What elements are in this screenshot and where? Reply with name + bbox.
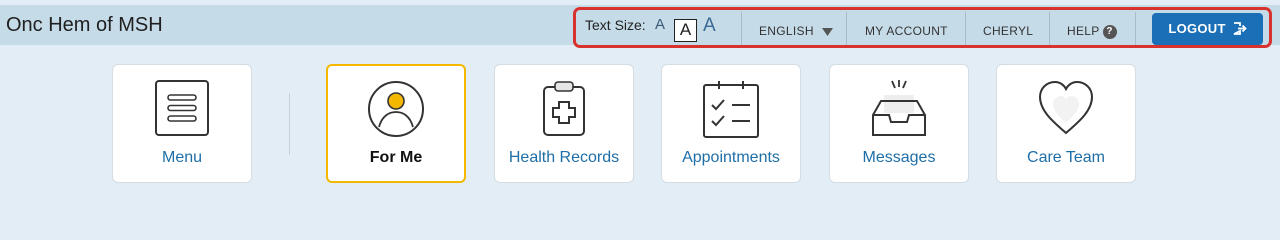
language-label: ENGLISH xyxy=(759,24,814,38)
inbox-icon xyxy=(872,80,926,136)
header-divider xyxy=(846,12,847,45)
person-icon xyxy=(368,81,424,137)
card-label: Care Team xyxy=(1027,149,1105,166)
clipboard-medical-icon xyxy=(543,81,585,136)
header-divider xyxy=(741,12,742,45)
nav-card-menu[interactable]: Menu xyxy=(112,64,252,183)
header-divider xyxy=(1135,12,1136,45)
app-title: Onc Hem of MSH xyxy=(6,14,163,36)
card-label: For Me xyxy=(369,149,423,166)
text-size-label: Text Size: xyxy=(585,17,646,33)
text-size-medium-button[interactable]: A xyxy=(674,19,697,42)
nav-card-appointments[interactable]: Appointments xyxy=(661,64,801,183)
help-link[interactable]: HELP? xyxy=(1067,19,1117,43)
card-label: Health Records xyxy=(508,149,620,166)
card-label: Messages xyxy=(862,149,936,166)
header-divider xyxy=(1049,12,1050,45)
language-select[interactable]: ENGLISH xyxy=(759,19,834,43)
logout-button[interactable]: LOGOUT xyxy=(1152,13,1263,45)
text-size-small-button[interactable]: A xyxy=(655,12,665,38)
menu-icon xyxy=(155,80,209,136)
card-label: Menu xyxy=(161,149,203,166)
text-size-large-button[interactable]: A xyxy=(703,13,716,39)
logout-label: LOGOUT xyxy=(1168,21,1226,36)
user-name-link[interactable]: CHERYL xyxy=(983,19,1033,43)
top-bar: Onc Hem of MSH Text Size: A A A ENGLISH … xyxy=(0,5,1280,48)
header-divider xyxy=(965,12,966,45)
card-label: Appointments xyxy=(682,149,780,166)
calendar-checklist-icon xyxy=(703,81,759,138)
card-divider xyxy=(289,93,290,155)
my-account-link[interactable]: MY ACCOUNT xyxy=(865,19,948,43)
nav-card-messages[interactable]: Messages xyxy=(829,64,969,183)
caret-down-icon xyxy=(822,27,834,36)
nav-card-care-team[interactable]: Care Team xyxy=(996,64,1136,183)
heart-icon xyxy=(1038,80,1094,135)
nav-card-for-me[interactable]: For Me xyxy=(326,64,466,183)
help-icon: ? xyxy=(1102,24,1117,39)
nav-card-health-records[interactable]: Health Records xyxy=(494,64,634,183)
help-label: HELP xyxy=(1067,24,1100,38)
logout-icon xyxy=(1233,22,1247,35)
